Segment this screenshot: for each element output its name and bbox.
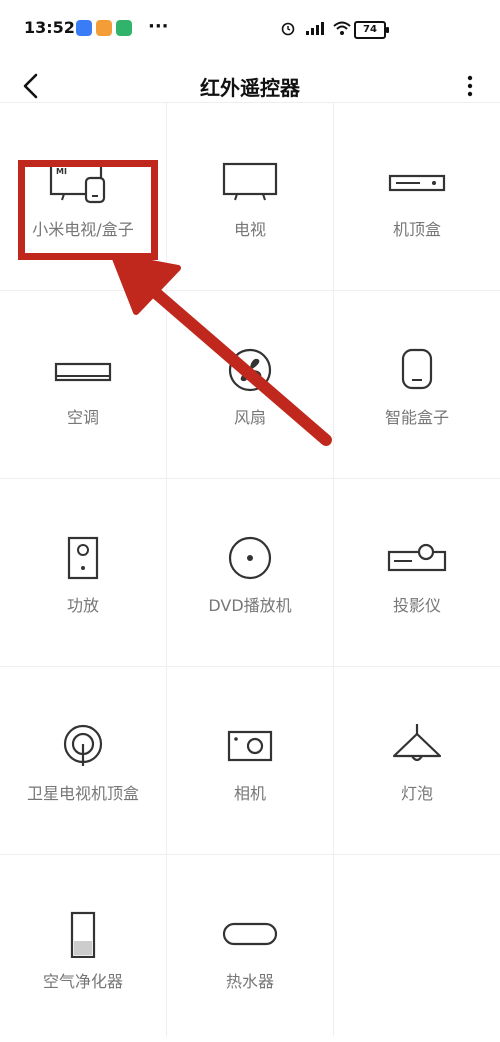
signal-icon	[306, 22, 324, 35]
air-conditioner-icon	[54, 362, 112, 382]
dvd-icon	[228, 536, 272, 580]
device-label: 风扇	[233, 408, 266, 427]
system-icons	[280, 18, 352, 38]
device-air-purifier[interactable]: 空气净化器	[0, 854, 166, 1042]
device-label: 机顶盒	[392, 220, 441, 239]
speaker-icon	[67, 536, 99, 580]
device-speaker[interactable]: 功放	[0, 478, 166, 666]
device-camera[interactable]: 相机	[167, 666, 333, 854]
projector-icon	[387, 543, 447, 572]
n-app-icon	[76, 20, 92, 36]
lamp-icon	[392, 724, 442, 762]
device-satellite[interactable]: 卫星电视机顶盒	[0, 666, 166, 854]
device-label: 空气净化器	[42, 972, 123, 991]
device-water-heater[interactable]: 热水器	[167, 854, 333, 1042]
status-bar: 13:52 ··· 74	[0, 0, 500, 56]
orange-app-icon	[96, 20, 112, 36]
device-label: 空调	[66, 408, 99, 427]
more-notifications-indicator: ···	[148, 16, 169, 37]
annotation-highlight-box	[18, 160, 158, 260]
device-label: 热水器	[225, 972, 274, 991]
device-label: 灯泡	[400, 784, 433, 803]
alarm-icon	[281, 22, 295, 36]
device-tv[interactable]: 电视	[167, 102, 333, 290]
smart-box-icon	[401, 348, 433, 390]
water-heater-icon	[222, 922, 278, 946]
device-label: 智能盒子	[384, 408, 449, 427]
device-label: 相机	[233, 784, 266, 803]
device-smart-box[interactable]: 智能盒子	[334, 290, 500, 478]
camera-icon	[227, 730, 273, 762]
device-fan[interactable]: 风扇	[167, 290, 333, 478]
more-options-button[interactable]	[458, 68, 482, 104]
wifi-icon	[333, 21, 351, 35]
more-vertical-icon	[467, 75, 473, 97]
air-purifier-icon	[70, 911, 96, 958]
device-label: 功放	[66, 596, 99, 615]
device-label: 卫星电视机顶盒	[26, 784, 139, 803]
device-label: 电视	[233, 220, 266, 239]
tv-icon	[222, 162, 278, 201]
set-top-box-icon	[388, 174, 446, 192]
device-projector[interactable]: 投影仪	[334, 478, 500, 666]
device-air-conditioner[interactable]: 空调	[0, 290, 166, 478]
status-time: 13:52	[24, 18, 75, 37]
device-label: DVD播放机	[208, 596, 292, 615]
fan-icon	[228, 348, 272, 392]
satellite-icon	[63, 724, 103, 766]
battery-indicator: 74	[354, 21, 389, 39]
device-dvd[interactable]: DVD播放机	[167, 478, 333, 666]
device-lamp[interactable]: 灯泡	[334, 666, 500, 854]
device-set-top-box[interactable]: 机顶盒	[334, 102, 500, 290]
page-title: 红外遥控器	[200, 76, 300, 100]
green-app-icon	[116, 20, 132, 36]
device-label: 投影仪	[392, 596, 441, 615]
